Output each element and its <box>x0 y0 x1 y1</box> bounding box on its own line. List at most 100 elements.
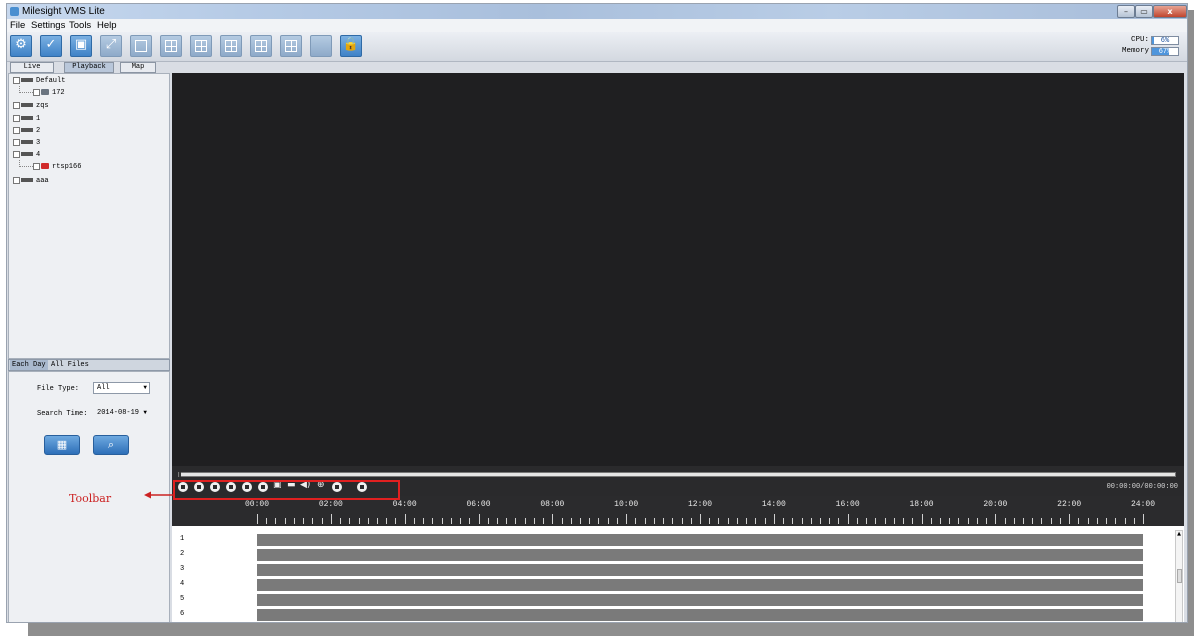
tree-node-3[interactable]: 3 <box>13 138 40 148</box>
tab-map[interactable]: Map <box>120 62 156 73</box>
timeline-minor-tick <box>589 518 591 524</box>
menu-settings[interactable]: Settings <box>31 20 65 31</box>
layout-9-icon[interactable] <box>220 35 242 57</box>
lock-icon[interactable]: 🔒 <box>340 35 362 57</box>
calendar-button[interactable]: ▦ <box>44 435 80 455</box>
timeline-minor-tick <box>912 518 914 524</box>
tab-all-files[interactable]: All Files <box>49 360 91 370</box>
layout-1-icon[interactable] <box>130 35 152 57</box>
timeline-minor-tick <box>884 518 886 524</box>
timeline-minor-tick <box>810 518 812 524</box>
menu-file[interactable]: File <box>10 20 25 31</box>
timeline-minor-tick <box>681 518 683 524</box>
check-icon[interactable]: ✓ <box>40 35 62 57</box>
search-time-picker[interactable]: 2014-08-19 ▼ <box>93 407 150 419</box>
timeline-minor-tick <box>423 518 425 524</box>
checkbox[interactable] <box>33 162 40 170</box>
timeline-minor-tick <box>487 518 489 524</box>
timeline-minor-tick <box>1133 518 1135 524</box>
device-icon <box>21 128 33 133</box>
timeline-minor-tick <box>838 518 840 524</box>
timeline-hour-label: 14:00 <box>761 500 786 509</box>
timeline-major-tick <box>847 514 849 524</box>
checkbox[interactable] <box>13 126 20 134</box>
timeline-hour-label: 18:00 <box>909 500 934 509</box>
tree-node-zqs[interactable]: zqs <box>13 101 49 111</box>
seek-bar[interactable] <box>178 472 1176 477</box>
playback-icon[interactable]: ▣ <box>70 35 92 57</box>
timeline-ruler[interactable]: 00:00 02:00 04:00 06:00 08:00 10:00 12:00 14:00… <box>172 496 1184 526</box>
timeline-minor-tick <box>709 518 711 524</box>
channel-track[interactable] <box>257 579 1143 591</box>
timeline-minor-tick <box>949 518 951 524</box>
channel-track[interactable] <box>257 594 1143 606</box>
device-icon <box>21 78 33 83</box>
scroll-thumb[interactable] <box>1177 569 1182 583</box>
menu-help[interactable]: Help <box>97 20 117 31</box>
timeline-minor-tick <box>616 518 618 524</box>
minimize-button[interactable]: – <box>1117 5 1135 18</box>
fullscreen-icon[interactable]: ⤢ <box>100 35 122 57</box>
camera-icon <box>41 89 49 96</box>
tab-playback[interactable]: Playback <box>64 62 114 73</box>
calendar-icon: ▦ <box>56 438 68 451</box>
tree-node-1[interactable]: 1 <box>13 114 40 124</box>
channel-track[interactable] <box>257 609 1143 621</box>
channel-track[interactable] <box>257 549 1143 561</box>
checkbox[interactable] <box>13 101 20 109</box>
timeline-major-tick <box>773 514 775 524</box>
timeline-minor-tick <box>746 518 748 524</box>
menu-bar: File Settings Tools Help <box>7 19 1187 32</box>
video-view[interactable] <box>172 73 1184 466</box>
timeline-minor-tick <box>939 518 941 524</box>
tree-node-default[interactable]: Default <box>13 76 65 86</box>
timeline-minor-tick <box>395 518 397 524</box>
file-type-value: All <box>97 384 110 392</box>
scroll-up-icon[interactable]: ▲ <box>1176 531 1182 537</box>
close-button[interactable]: x <box>1153 5 1187 18</box>
checkbox[interactable] <box>13 150 20 158</box>
tree-node-4[interactable]: 4 <box>13 150 40 160</box>
timeline-minor-tick <box>506 518 508 524</box>
vertical-scrollbar[interactable]: ▲ <box>1175 530 1183 622</box>
channel-number: 2 <box>180 550 185 558</box>
maximize-button[interactable]: ▭ <box>1135 5 1153 18</box>
channel-track[interactable] <box>257 534 1143 546</box>
timeline-minor-tick <box>967 518 969 524</box>
checkbox[interactable] <box>13 176 20 184</box>
tab-each-day[interactable]: Each Day <box>10 360 48 370</box>
tree-node-2[interactable]: 2 <box>13 126 40 136</box>
layout-16-icon[interactable] <box>250 35 272 57</box>
timeline-minor-tick <box>469 518 471 524</box>
timeline-minor-tick <box>321 518 323 524</box>
timeline-minor-tick <box>976 518 978 524</box>
seek-thumb[interactable] <box>179 472 181 477</box>
checkbox[interactable] <box>13 114 20 122</box>
app-logo-icon <box>10 7 19 16</box>
channel-track[interactable] <box>257 564 1143 576</box>
menu-tools[interactable]: Tools <box>69 20 91 31</box>
tree-node-label: Default <box>36 77 66 85</box>
settings-icon[interactable]: ⚙ <box>10 35 32 57</box>
tree-connector <box>19 86 33 93</box>
search-button[interactable]: ⌕ <box>93 435 129 455</box>
tree-node-172[interactable]: 172 <box>33 88 65 98</box>
timeline-minor-tick <box>312 518 314 524</box>
layout-4-icon[interactable] <box>160 35 182 57</box>
tree-node-aaa[interactable]: aaa <box>13 176 49 186</box>
tree-node-label: rtsp166 <box>52 163 82 171</box>
checkbox[interactable] <box>13 138 20 146</box>
checkbox[interactable] <box>33 88 40 96</box>
layout-25-icon[interactable] <box>280 35 302 57</box>
device-icon <box>21 103 33 108</box>
annotation-label: Toolbar <box>69 492 112 505</box>
camera-offline-icon <box>41 163 49 170</box>
file-type-select[interactable]: All ▼ <box>93 382 150 394</box>
timeline-minor-tick <box>663 518 665 524</box>
tab-live[interactable]: Live <box>10 62 54 73</box>
layout-6-icon[interactable] <box>190 35 212 57</box>
blank-icon[interactable] <box>310 35 332 57</box>
timeline-minor-tick <box>653 518 655 524</box>
checkbox[interactable] <box>13 76 20 84</box>
tree-node-rtsp166[interactable]: rtsp166 <box>33 162 81 172</box>
